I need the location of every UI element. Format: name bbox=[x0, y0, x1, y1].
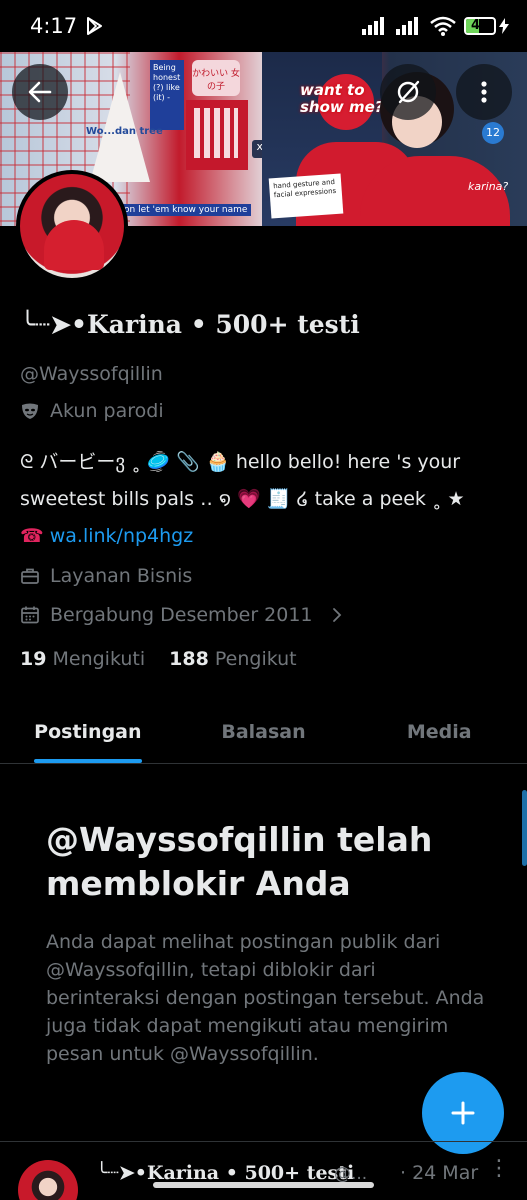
charging-icon bbox=[499, 18, 509, 34]
tab-label: Balasan bbox=[221, 720, 306, 743]
profile-handle: @Wayssofqillin bbox=[20, 363, 163, 385]
post-preview[interactable]: ╰┈➤•Karina • 500+ testi @... · 24 Mar ⋮ bbox=[0, 1142, 527, 1200]
arrow-left-icon bbox=[28, 81, 52, 103]
banner-jp-text: かわいい 女の子 bbox=[192, 60, 240, 96]
parody-label-row: Akun parodi bbox=[20, 400, 164, 422]
battery-level: 46 bbox=[470, 18, 490, 33]
following-label: Mengikuti bbox=[52, 648, 146, 670]
tab-balasan[interactable]: Balasan bbox=[176, 700, 352, 763]
banner-hand-text: hand gesture and facial expressions bbox=[268, 173, 344, 219]
follow-stats: 19 Mengikuti 188 Pengikut bbox=[20, 648, 297, 670]
chevron-right-icon bbox=[332, 608, 341, 622]
more-vertical-icon bbox=[481, 81, 487, 103]
joined-label: Bergabung Desember 2011 bbox=[50, 604, 313, 626]
more-options-button[interactable] bbox=[456, 64, 512, 120]
joined-row[interactable]: Bergabung Desember 2011 bbox=[20, 604, 347, 626]
play-store-icon bbox=[87, 17, 102, 35]
following-link[interactable]: 19 Mengikuti bbox=[20, 648, 145, 670]
profile-bio: ᘓ バービーვ ˳ 🥏 📎 🧁 hello bello! here 's you… bbox=[20, 444, 515, 555]
post-author-name: ╰┈➤•Karina • 500+ testi bbox=[96, 1162, 355, 1184]
blocked-title: @Wayssofqillin telah memblokir Anda bbox=[46, 820, 433, 903]
mask-icon bbox=[22, 403, 38, 419]
bio-line-1: ᘓ バービーვ ˳ 🥏 📎 🧁 hello bello! here 's you… bbox=[20, 451, 461, 473]
followers-count: 188 bbox=[169, 648, 209, 670]
banner-know-text: on let 'em know your name bbox=[120, 204, 252, 216]
followers-label: Pengikut bbox=[214, 648, 297, 670]
data-saver-button[interactable] bbox=[380, 64, 436, 120]
signal-icon-2 bbox=[396, 17, 418, 35]
parody-label: Akun parodi bbox=[50, 400, 164, 422]
banner-want-text: want to bbox=[300, 81, 365, 99]
banner-tree-text: Wo...dan tree bbox=[86, 126, 163, 137]
post-avatar[interactable] bbox=[18, 1160, 78, 1200]
circle-slash-icon bbox=[397, 80, 420, 104]
status-time: 4:17 bbox=[30, 14, 78, 38]
tab-label: Postingan bbox=[34, 720, 142, 743]
wifi-icon bbox=[430, 16, 456, 36]
banner-karina-text: karina? bbox=[468, 180, 509, 193]
tab-label: Media bbox=[406, 720, 472, 743]
banner-being-text: Being honest (?) like (it) - bbox=[150, 60, 184, 130]
status-bar: 4:17 46 bbox=[0, 0, 527, 52]
bio-line-2: sweetest bills pals ‥ ໑ 💗 🧾 ໒ take a pee… bbox=[20, 488, 465, 510]
scrollbar[interactable] bbox=[522, 790, 527, 866]
business-label: Layanan Bisnis bbox=[50, 565, 193, 587]
profile-tabs: Postingan Balasan Media bbox=[0, 700, 527, 764]
profile-avatar[interactable] bbox=[16, 170, 128, 282]
followers-link[interactable]: 188 Pengikut bbox=[169, 648, 296, 670]
bio-link[interactable]: wa.link/np4hgz bbox=[50, 525, 194, 547]
back-button[interactable] bbox=[12, 64, 68, 120]
plus-icon bbox=[451, 1101, 475, 1125]
phone-emoji: ☎ bbox=[20, 525, 44, 547]
post-more-button[interactable]: ⋮ bbox=[488, 1156, 510, 1181]
active-tab-indicator bbox=[33, 759, 142, 763]
status-icons: 46 bbox=[362, 16, 509, 36]
briefcase-icon bbox=[21, 568, 39, 584]
signal-icon bbox=[362, 17, 384, 35]
post-date: · 24 Mar bbox=[400, 1162, 479, 1184]
battery-icon: 46 bbox=[464, 17, 509, 35]
calendar-icon bbox=[21, 606, 39, 624]
display-name: ╰┈➤•Karina • 500+ testi bbox=[20, 310, 360, 339]
banner-show-text: show me? bbox=[300, 98, 384, 116]
business-row: Layanan Bisnis bbox=[20, 565, 192, 587]
tab-media[interactable]: Media bbox=[351, 700, 527, 763]
banner-12-text: 12 bbox=[482, 122, 504, 144]
blocked-body: Anda dapat melihat postingan publik dari… bbox=[46, 931, 485, 1065]
following-count: 19 bbox=[20, 648, 47, 670]
post-author-handle: @... bbox=[334, 1164, 368, 1184]
tab-postingan[interactable]: Postingan bbox=[0, 700, 176, 763]
home-indicator[interactable] bbox=[153, 1182, 374, 1188]
